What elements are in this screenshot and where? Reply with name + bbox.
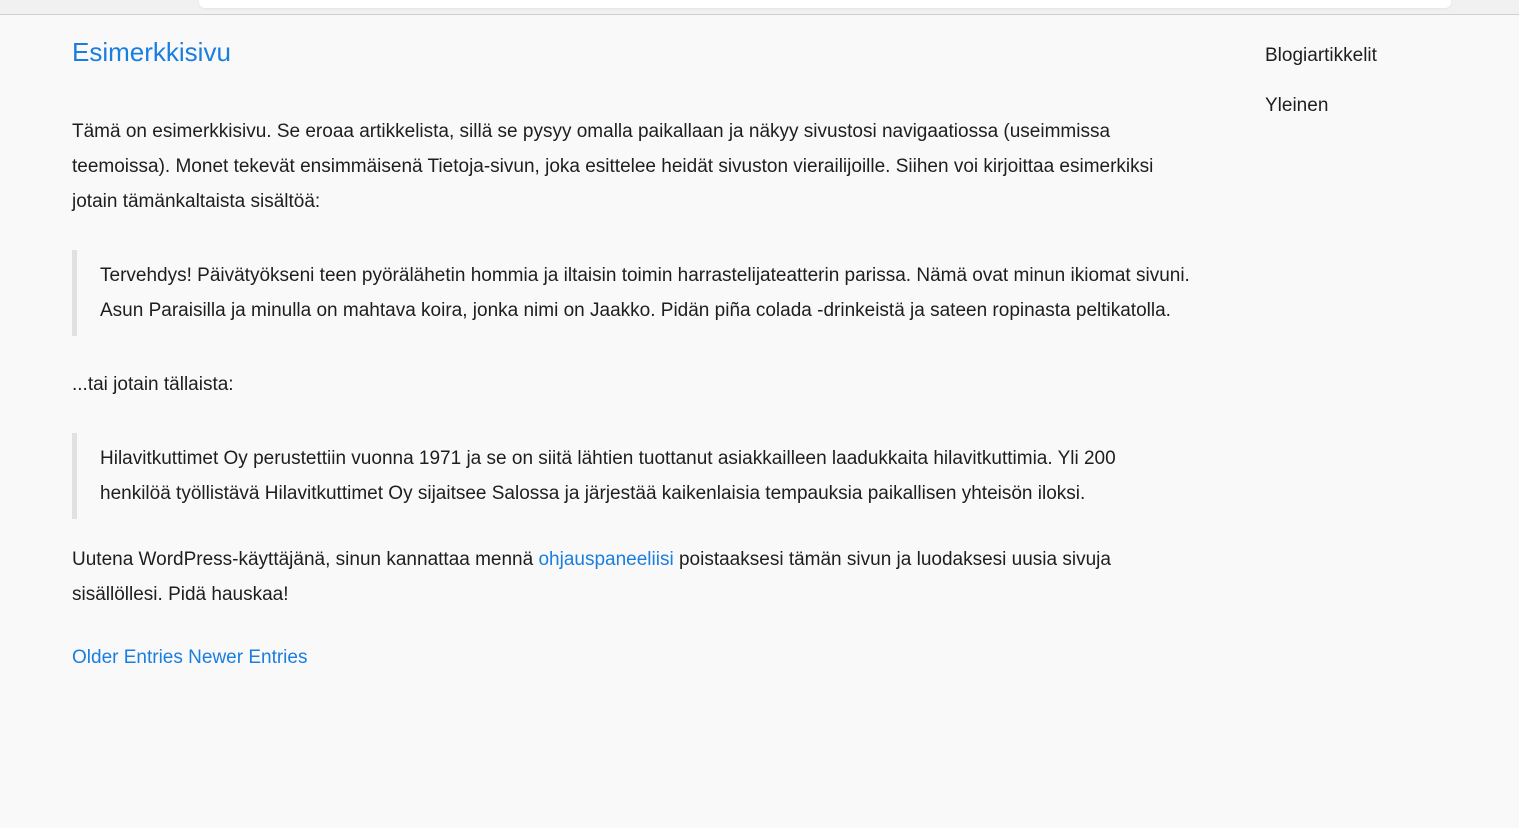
pagination: Older Entries Newer Entries	[72, 645, 1190, 671]
sidebar: Blogiartikkelit Yleinen	[1265, 41, 1485, 141]
or-paragraph: ...tai jotain tällaista:	[72, 374, 234, 395]
blockquote-1-text: Tervehdys! Päivätyökseni teen pyörälähet…	[100, 265, 1190, 321]
older-entries-link[interactable]: Older Entries	[72, 647, 183, 668]
dashboard-link[interactable]: ohjauspaneeliisi	[538, 549, 673, 570]
sidebar-category-list: Blogiartikkelit Yleinen	[1265, 41, 1485, 121]
page-content: Tämä on esimerkkisivu. Se eroaa artikkel…	[72, 114, 1190, 612]
outro-text-before: Uutena WordPress-käyttäjänä, sinun kanna…	[72, 549, 539, 570]
top-bar	[0, 0, 1519, 15]
outro-paragraph: Uutena WordPress-käyttäjänä, sinun kanna…	[72, 542, 1190, 612]
page-title-link[interactable]: Esimerkkisivu	[72, 37, 231, 67]
blockquote-2-text: Hilavitkuttimet Oy perustettiin vuonna 1…	[100, 448, 1116, 504]
sidebar-item-yleinen[interactable]: Yleinen	[1265, 91, 1485, 121]
blockquote-1: Tervehdys! Päivätyökseni teen pyörälähet…	[72, 250, 1190, 336]
intro-paragraph: Tämä on esimerkkisivu. Se eroaa artikkel…	[72, 121, 1154, 212]
sidebar-item-blogiartikkelit[interactable]: Blogiartikkelit	[1265, 41, 1485, 71]
page-title: Esimerkkisivu	[72, 36, 1190, 68]
newer-entries-link[interactable]: Newer Entries	[188, 647, 307, 668]
blockquote-2: Hilavitkuttimet Oy perustettiin vuonna 1…	[72, 433, 1190, 519]
main-content: Esimerkkisivu Tämä on esimerkkisivu. Se …	[72, 36, 1190, 671]
top-bar-panel	[199, 0, 1451, 8]
